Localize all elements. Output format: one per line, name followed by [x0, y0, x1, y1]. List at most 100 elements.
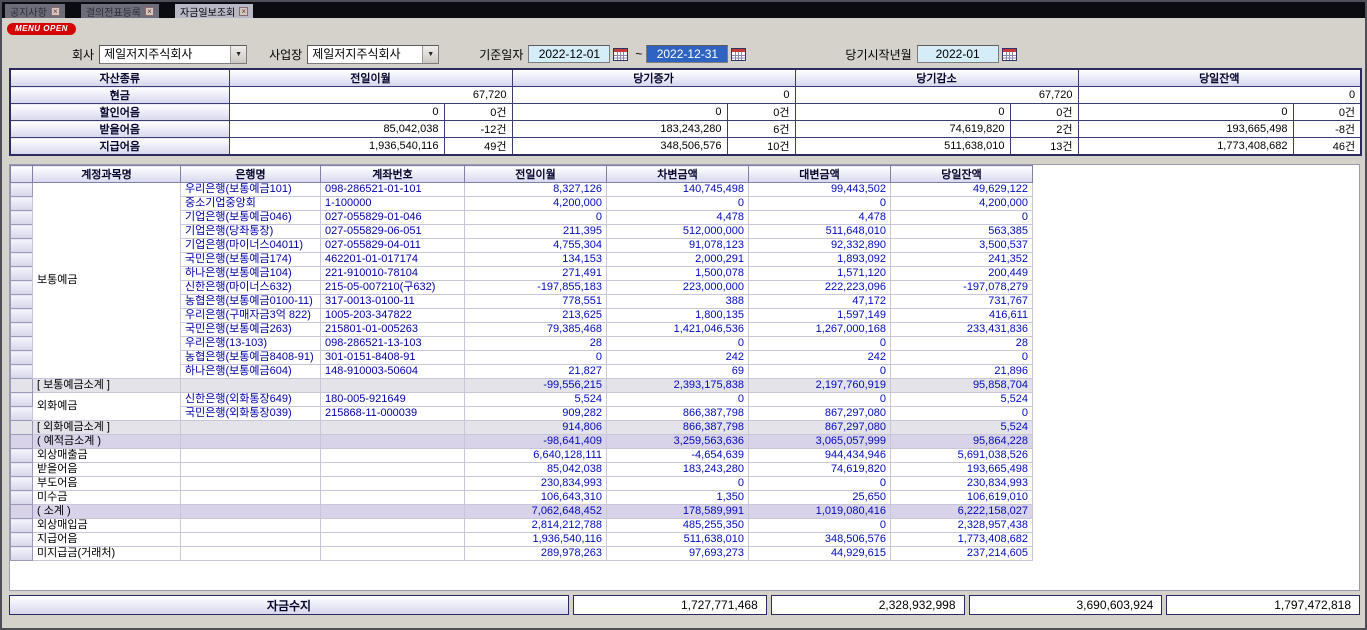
chevron-down-icon[interactable]: ▼: [230, 46, 246, 63]
row-selector[interactable]: [11, 183, 33, 197]
table-row[interactable]: ( 소계 )7,062,648,452178,589,9911,019,080,…: [11, 505, 1033, 519]
detail-header-2: 은행명: [181, 166, 321, 183]
prev-balance-cell: 230,834,993: [465, 477, 607, 491]
account-name-cell: ( 예적금소계 ): [33, 435, 181, 449]
daily-balance-cell: 241,352: [891, 253, 1033, 267]
account-name-cell: 미수금: [33, 491, 181, 505]
calendar-icon[interactable]: [613, 47, 628, 62]
debit-amount-cell: 1,421,046,536: [607, 323, 749, 337]
row-selector[interactable]: [11, 267, 33, 281]
credit-amount-cell: 25,650: [749, 491, 891, 505]
prev-balance-cell: 6,640,128,111: [465, 449, 607, 463]
daily-balance-cell: 28: [891, 337, 1033, 351]
calendar-icon[interactable]: [731, 47, 746, 62]
row-selector[interactable]: [11, 505, 33, 519]
row-selector[interactable]: [11, 533, 33, 547]
filter-bar: 회사 제일저지주식회사 ▼ 사업장 제일저지주식회사 ▼ 기준일자 2022-1…: [10, 44, 1357, 64]
row-selector[interactable]: [11, 477, 33, 491]
debit-amount-cell: 91,078,123: [607, 239, 749, 253]
table-row[interactable]: 외화예금신한은행(외화통장649)180-005-9216495,524005,…: [11, 393, 1033, 407]
row-selector[interactable]: [11, 379, 33, 393]
summary-amount: 511,638,010: [795, 138, 1010, 156]
daily-balance-cell: 1,773,408,682: [891, 533, 1033, 547]
tab-2[interactable]: 결의전표등록×: [81, 4, 159, 18]
date-from-input[interactable]: 2022-12-01: [528, 45, 610, 63]
credit-amount-cell: 1,893,092: [749, 253, 891, 267]
row-selector[interactable]: [11, 407, 33, 421]
row-selector[interactable]: [11, 365, 33, 379]
tab-bar: 공지사항× 결의전표등록× 자금일보조회×: [2, 2, 1365, 18]
row-selector[interactable]: [11, 281, 33, 295]
credit-amount-cell: 0: [749, 337, 891, 351]
account-number-cell: 148-910003-50604: [321, 365, 465, 379]
row-selector[interactable]: [11, 463, 33, 477]
row-selector[interactable]: [11, 309, 33, 323]
period-start-input[interactable]: 2022-01: [917, 45, 999, 63]
row-selector[interactable]: [11, 435, 33, 449]
table-row[interactable]: [ 보통예금소계 ]-99,556,2152,393,175,8382,197,…: [11, 379, 1033, 393]
credit-amount-cell: 47,172: [749, 295, 891, 309]
credit-amount-cell: 222,223,096: [749, 281, 891, 295]
prev-balance-cell: 106,643,310: [465, 491, 607, 505]
daily-balance-cell: 4,200,000: [891, 197, 1033, 211]
row-selector[interactable]: [11, 449, 33, 463]
row-selector[interactable]: [11, 197, 33, 211]
table-row[interactable]: ( 예적금소계 )-98,641,4093,259,563,6363,065,0…: [11, 435, 1033, 449]
chevron-down-icon[interactable]: ▼: [422, 46, 438, 63]
debit-amount-cell: 4,478: [607, 211, 749, 225]
table-row[interactable]: 보통예금우리은행(보통예금101)098-286521-01-1018,327,…: [11, 183, 1033, 197]
debit-amount-cell: 0: [607, 477, 749, 491]
tab-close-icon[interactable]: ×: [239, 7, 248, 16]
table-row[interactable]: 외상매입금2,814,212,788485,255,35002,328,957,…: [11, 519, 1033, 533]
row-selector[interactable]: [11, 225, 33, 239]
table-row[interactable]: [ 외화예금소계 ]914,806866,387,798867,297,0805…: [11, 421, 1033, 435]
summary-amount: 1,773,408,682: [1078, 138, 1293, 156]
row-selector[interactable]: [11, 547, 33, 561]
account-number-cell: 215868-11-000039: [321, 407, 465, 421]
daily-balance-cell: 5,524: [891, 421, 1033, 435]
account-name-cell: 받을어음: [33, 463, 181, 477]
footer-amount-1: 1,727,771,468: [573, 595, 767, 615]
row-selector[interactable]: [11, 323, 33, 337]
account-number-cell: 301-0151-8408-91: [321, 351, 465, 365]
calendar-icon[interactable]: [1002, 47, 1017, 62]
summary-amount: 348,506,576: [512, 138, 727, 156]
site-select[interactable]: 제일저지주식회사 ▼: [307, 45, 439, 64]
menu-open-button[interactable]: MENU OPEN: [7, 23, 76, 35]
date-to-input[interactable]: 2022-12-31: [646, 45, 728, 63]
row-selector[interactable]: [11, 337, 33, 351]
debit-amount-cell: 0: [607, 393, 749, 407]
row-selector[interactable]: [11, 211, 33, 225]
row-selector[interactable]: [11, 239, 33, 253]
bank-name-cell: [181, 477, 321, 491]
tab-3[interactable]: 자금일보조회×: [175, 4, 253, 18]
summary-row: 현금67,720067,7200: [10, 87, 1361, 104]
summary-table: 자산종류전일이월당기증가당기감소당일잔액 현금67,720067,7200할인어…: [9, 68, 1362, 156]
row-selector[interactable]: [11, 393, 33, 407]
table-row[interactable]: 외상매출금6,640,128,111-4,654,639944,434,9465…: [11, 449, 1033, 463]
company-select[interactable]: 제일저지주식회사 ▼: [99, 45, 247, 64]
credit-amount-cell: 867,297,080: [749, 407, 891, 421]
row-selector[interactable]: [11, 295, 33, 309]
summary-header-3: 당기증가: [512, 69, 795, 87]
table-row[interactable]: 받을어음85,042,038183,243,28074,619,820193,6…: [11, 463, 1033, 477]
account-number-cell: 1005-203-347822: [321, 309, 465, 323]
debit-amount-cell: 1,800,135: [607, 309, 749, 323]
row-selector[interactable]: [11, 491, 33, 505]
prev-balance-cell: 2,814,212,788: [465, 519, 607, 533]
row-selector[interactable]: [11, 421, 33, 435]
table-row[interactable]: 미수금106,643,3101,35025,650106,619,010: [11, 491, 1033, 505]
row-selector[interactable]: [11, 351, 33, 365]
row-selector[interactable]: [11, 253, 33, 267]
tab-close-icon[interactable]: ×: [145, 7, 154, 16]
row-selector[interactable]: [11, 519, 33, 533]
tab-close-icon[interactable]: ×: [51, 7, 60, 16]
prev-balance-cell: 28: [465, 337, 607, 351]
tab-1[interactable]: 공지사항×: [5, 4, 65, 18]
table-row[interactable]: 부도어음230,834,99300230,834,993: [11, 477, 1033, 491]
credit-amount-cell: 511,648,010: [749, 225, 891, 239]
table-row[interactable]: 미지급금(거래처)289,978,26397,693,27344,929,615…: [11, 547, 1033, 561]
bank-name-cell: [181, 435, 321, 449]
table-row[interactable]: 지급어음1,936,540,116511,638,010348,506,5761…: [11, 533, 1033, 547]
prev-balance-cell: 0: [465, 351, 607, 365]
